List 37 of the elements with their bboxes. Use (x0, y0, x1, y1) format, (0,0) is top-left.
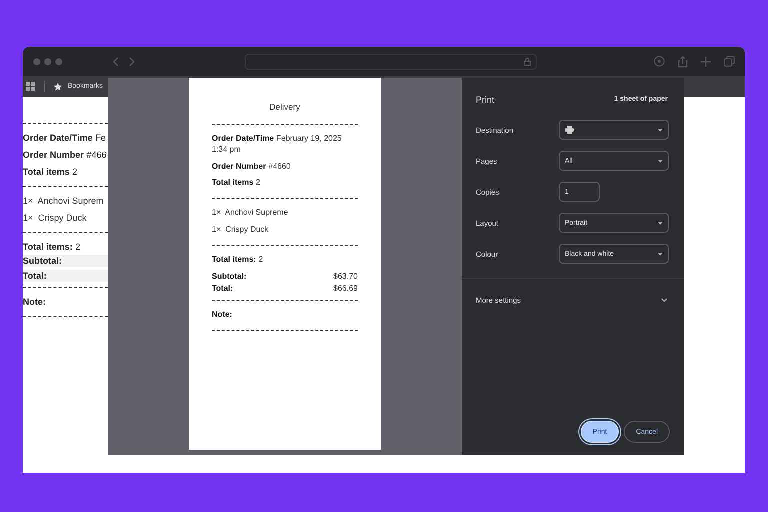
order-field: Order Number #466 (23, 150, 108, 160)
caret-icon (658, 252, 663, 256)
order-field: Total items: 2 (23, 242, 108, 252)
window-controls-icon[interactable] (33, 58, 63, 66)
order-item: 1× Crispy Duck (212, 224, 270, 236)
address-bar[interactable] (245, 54, 537, 70)
order-item: 1× Crispy Duck (23, 213, 88, 223)
order-field: Total items 2 (23, 167, 108, 177)
share-icon[interactable] (678, 56, 688, 68)
amount-value: $66.69 (334, 284, 358, 296)
amount-value: $63.70 (334, 272, 358, 282)
printer-icon (565, 126, 574, 134)
order-field: Total items 2 (212, 178, 358, 190)
order-item: 1× Anchovi Supreme (212, 208, 290, 219)
caret-icon (658, 128, 663, 132)
destination-select[interactable] (559, 120, 669, 140)
star-icon (54, 82, 62, 90)
order-field: Order Number #4660 (212, 162, 358, 172)
apps-grid-icon[interactable] (26, 82, 35, 91)
amount-label: Total: (23, 270, 108, 282)
lock-icon (524, 58, 531, 66)
amount-label: Subtotal: (23, 255, 108, 267)
receipt-title: Delivery (268, 102, 302, 112)
dialog-title: Print (476, 94, 495, 104)
order-field: Note: (212, 310, 358, 321)
order-field: Note: (23, 297, 108, 307)
order-item: 1× Anchovi Suprem (23, 196, 105, 206)
amount-label: Subtotal: (212, 272, 247, 282)
order-field: Total items: 2 (212, 254, 358, 266)
caret-icon (658, 222, 663, 224)
chevron-icon (661, 298, 668, 302)
amount-label: Total: (212, 284, 234, 296)
order-field: Order Date/Time February 19, 2025 1:34 pm (212, 134, 358, 156)
plus-icon[interactable] (701, 56, 711, 66)
order-field: Order Date/Time Fe (23, 133, 108, 143)
caret-icon (658, 160, 663, 162)
tabs-icon[interactable] (724, 56, 735, 67)
